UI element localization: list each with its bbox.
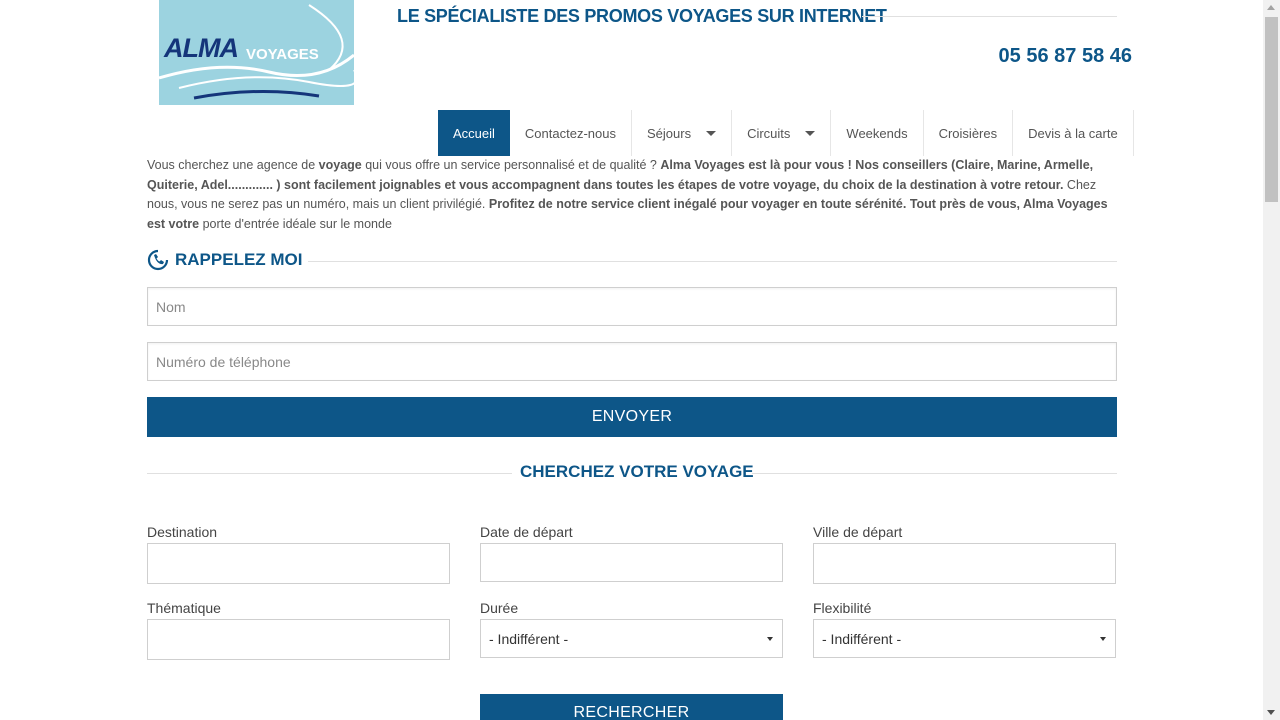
scroll-down-icon[interactable]	[1267, 710, 1275, 715]
callback-heading: RAPPELEZ MOI	[147, 249, 303, 271]
departure-city-input[interactable]	[813, 543, 1116, 584]
nav-item-accueil[interactable]: Accueil	[438, 110, 510, 156]
search-button-label: RECHERCHER	[573, 704, 690, 720]
nav-label: Weekends	[846, 125, 908, 141]
nav-label: Accueil	[453, 125, 495, 141]
tagline-divider	[862, 16, 1117, 17]
nav-item-contact[interactable]: Contactez-nous	[510, 110, 632, 156]
scroll-up-icon[interactable]	[1267, 5, 1275, 10]
nav-label: Croisières	[938, 125, 998, 141]
page-scrollbar[interactable]	[1263, 0, 1280, 720]
nav-item-circuits[interactable]: Circuits	[732, 110, 832, 156]
intro-bold: voyage	[318, 158, 362, 172]
send-button-label: ENVOYER	[591, 408, 673, 425]
main-nav: Accueil Contactez-nous Séjours Circuits …	[438, 110, 1134, 156]
phone-field-wrap	[147, 342, 1117, 381]
logo-wordmark: ALMA	[164, 33, 239, 63]
dropdown-caret-icon	[706, 130, 717, 136]
nav-label: Circuits	[747, 125, 791, 141]
callback-title: RAPPELEZ MOI	[175, 250, 303, 269]
departure-city-label: Ville de départ	[813, 524, 903, 540]
select-caret-icon	[1100, 637, 1106, 641]
nav-item-croisieres[interactable]: Croisières	[924, 110, 1014, 156]
scroll-thumb[interactable]	[1265, 17, 1278, 202]
duration-label: Durée	[480, 600, 519, 616]
flexibility-value: - Indifférent -	[822, 630, 902, 647]
nav-label: Séjours	[646, 125, 692, 141]
nav-label: Devis à la carte	[1028, 125, 1118, 141]
alma-voyages-logo[interactable]: ALMA VOYAGES	[159, 0, 354, 105]
theme-label: Thématique	[147, 600, 221, 616]
nav-label: Contactez-nous	[524, 125, 616, 141]
nav-item-devis[interactable]: Devis à la carte	[1013, 110, 1134, 156]
select-caret-icon	[767, 637, 773, 641]
phone-callback-icon	[147, 249, 169, 271]
destination-input[interactable]	[147, 543, 450, 584]
phone-number[interactable]: 05 56 87 58 46	[999, 45, 1132, 68]
intro-text: porte d'entrée idéale sur le monde	[199, 216, 392, 231]
flexibility-label: Flexibilité	[813, 600, 872, 616]
flexibility-select[interactable]: - Indifférent -	[813, 619, 1116, 658]
search-button[interactable]: RECHERCHER	[480, 694, 783, 720]
intro-text: Vous cherchez une agence de	[147, 158, 319, 172]
search-heading: CHERCHEZ VOTRE VOYAGE	[520, 462, 754, 481]
nav-item-weekends[interactable]: Weekends	[831, 110, 924, 156]
dropdown-caret-icon	[805, 130, 816, 136]
callback-divider	[308, 261, 1117, 262]
duration-select[interactable]: - Indifférent -	[480, 619, 783, 658]
duration-value: - Indifférent -	[489, 630, 569, 647]
logo-subtitle: VOYAGES	[246, 46, 319, 63]
destination-label: Destination	[147, 524, 218, 540]
search-divider-right	[752, 473, 1117, 474]
send-button[interactable]: ENVOYER	[147, 397, 1117, 437]
departure-date-input[interactable]	[480, 543, 783, 582]
intro-paragraph: Vous cherchez une agence de voyage qui v…	[147, 156, 1122, 234]
intro-text: qui vous offre un service personnalisé e…	[361, 158, 661, 172]
phone-input[interactable]	[148, 343, 1116, 380]
theme-input[interactable]	[147, 619, 450, 660]
departure-date-label: Date de départ	[480, 524, 573, 540]
search-divider-left	[147, 473, 512, 474]
name-input[interactable]	[148, 288, 1116, 325]
site-tagline: LE SPÉCIALISTE DES PROMOS VOYAGES SUR IN…	[397, 6, 887, 26]
nav-item-sejours[interactable]: Séjours	[632, 110, 733, 156]
name-field-wrap	[147, 287, 1117, 326]
